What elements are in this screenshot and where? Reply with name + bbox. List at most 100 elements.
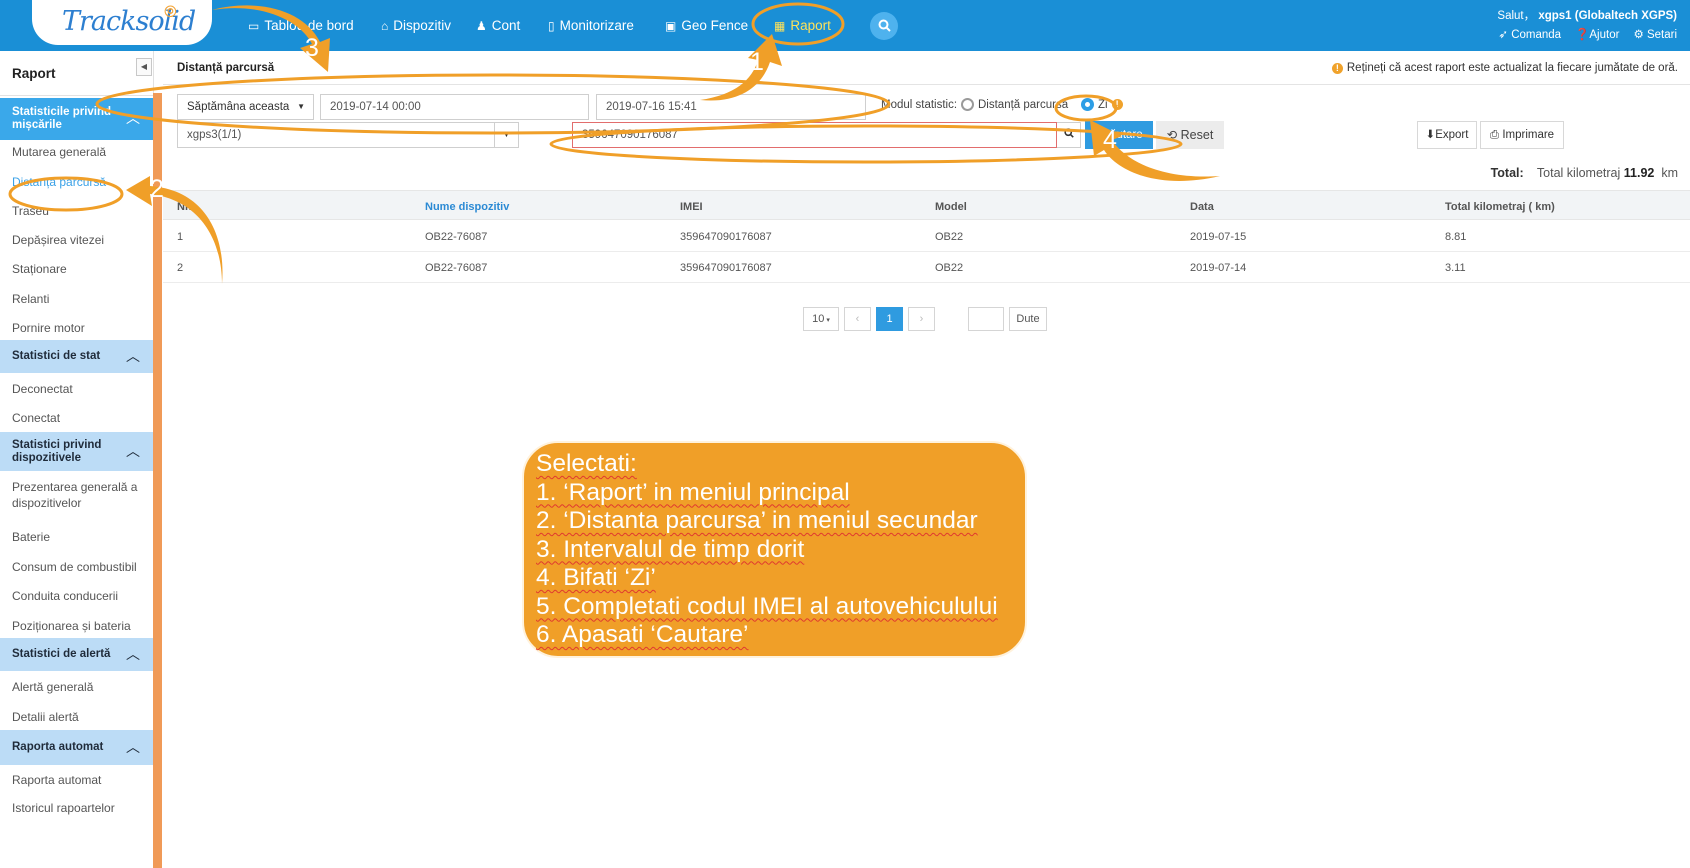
sidebar-collapse-button[interactable]: ◀ [136,58,152,76]
account-dropdown-button[interactable]: ▼ [494,122,519,148]
sidebar-item-route[interactable]: Traseu [0,203,153,219]
update-notice: ! Rețineți că acest raport este actualiza… [1331,62,1678,74]
table-row[interactable]: 1 OB22-76087 359647090176087 OB22 2019-0… [163,221,1690,252]
col-device-name[interactable]: Nume dispozitiv [425,201,509,213]
sidebar-item-auto-report[interactable]: Raporta automat [0,772,153,788]
export-button[interactable]: ⬇Export [1417,121,1477,149]
cell-device-name: OB22-76087 [425,262,488,274]
print-button[interactable]: ⎙ Imprimare [1480,121,1564,149]
sidebar-item-position-battery[interactable]: Poziționarea și bateria [0,618,153,634]
imei-search-icon-button[interactable] [1057,122,1081,148]
app-window: { "header": { "logo": "Tracksolid", "nav… [0,0,1690,868]
caret-down-icon: ▼ [297,102,305,111]
cell-nr: 2 [177,262,184,274]
sidebar-item-general-movement[interactable]: Mutarea generală [0,144,153,160]
sidebar-item-engine-start[interactable]: Pornire motor [0,320,153,336]
search-icon [1063,128,1074,138]
goto-page-button[interactable]: Dute [1009,307,1047,331]
page-header: Distanță parcursă ! Rețineți că acest rap… [163,51,1690,85]
dashboard-icon: ▭ [248,18,260,33]
nav-geofence-label: Geo Fence [681,18,749,33]
page-1-button[interactable]: 1 [876,307,903,331]
sidebar-item-driving-behavior[interactable]: Conduita conducerii [0,588,153,604]
section-devices[interactable]: Statistici privind dispozitivele ︿ [0,432,153,471]
section-auto-report[interactable]: Raporta automat ︿ [0,730,153,765]
command-link[interactable]: ➶ Comanda [1498,27,1561,41]
mode-distance-radio[interactable]: Distanță parcursă [961,98,1068,111]
cell-device-name: OB22-76087 [425,231,488,243]
search-button[interactable]: ⌕Căutare [1085,121,1153,149]
sidebar-item-battery[interactable]: Baterie [0,529,153,545]
col-total-km: Total kilometraj ( km) [1445,201,1555,213]
cell-imei: 359647090176087 [680,231,772,243]
user-name[interactable]: xgps1 (Globaltech XGPS) [1538,10,1677,22]
goto-page-input[interactable] [968,307,1004,331]
imei-input[interactable]: 359647090176087 [572,122,1057,148]
users-icon: ♟ [476,18,487,33]
sidebar-item-idle[interactable]: Relanti [0,291,153,307]
page-size-select[interactable]: 10 ▾ [803,307,839,331]
command-label: Comanda [1511,29,1562,41]
step-1-marker: 1 [750,48,764,76]
section-movement[interactable]: Statisticile privind mișcările ︿ [0,98,153,140]
total-summary: Total: Total kilometraj 11.92 km [1491,166,1678,180]
sidebar-title: Raport [0,51,153,96]
section-alerts-title: Statistici de alertă [12,648,111,660]
print-icon: ⎙ [1489,129,1500,141]
nav-dashboard[interactable]: ▭ Tablou de bord [248,0,354,51]
sidebar-item-device-overview[interactable]: Prezentarea generală a dispozitivelor [0,479,153,511]
search-icon [878,19,891,32]
caret-down-icon: ▼ [502,130,511,139]
chevron-up-icon: ︿ [126,738,140,755]
start-time-input[interactable]: 2019-07-14 00:00 [320,94,589,120]
sidebar-item-fuel[interactable]: Consum de combustibil [0,559,153,575]
sidebar-item-report-history[interactable]: Istoricul rapoartelor [0,800,153,816]
info-icon[interactable]: ! [1111,99,1123,110]
nav-report[interactable]: ▦ Raport [774,0,831,51]
settings-link[interactable]: ⚙ Setari [1633,27,1677,41]
reset-button[interactable]: ⟲ Reset [1156,121,1224,149]
report-sidebar: Raport ◀ Statisticile privind mișcările … [0,51,154,868]
radio-icon [961,98,974,111]
section-alerts[interactable]: Statistici de alertă ︿ [0,638,153,671]
step-4-marker: 4 [1103,126,1117,154]
nav-account-label: Cont [491,18,521,33]
sidebar-item-online[interactable]: Conectat [0,410,153,426]
fence-icon: ▣ [665,18,677,33]
table-row[interactable]: 2 OB22-76087 359647090176087 OB22 2019-0… [163,252,1690,283]
car-icon: ⌂ [381,18,389,33]
sidebar-item-overspeed[interactable]: Depășirea vitezei [0,232,153,248]
step-2-marker: 2 [150,175,164,203]
nav-geofence[interactable]: ▣ Geo Fence [665,0,748,51]
map-icon: ▯ [548,18,555,33]
chevron-up-icon: ︿ [126,347,140,364]
help-link[interactable]: ❓Ajutor [1575,27,1619,41]
nav-account[interactable]: ♟ Cont [476,0,520,51]
section-state[interactable]: Statistici de stat ︿ [0,340,153,373]
next-page-button[interactable]: › [908,307,935,331]
sidebar-item-offline[interactable]: Deconectat [0,381,153,397]
mode-distance-label: Distanță parcursă [978,98,1069,111]
period-select[interactable]: Săptămâna aceasta ▼ [177,94,314,120]
nav-device[interactable]: ⌂ Dispozitiv [381,0,451,51]
mode-day-radio[interactable]: Zi ! [1081,98,1123,111]
instruction-line: 6. Apasati ‘Cautare’ [536,621,749,648]
nav-monitoring[interactable]: ▯ Monitorizare [548,0,634,51]
sidebar-item-distance[interactable]: Distanță parcursă [0,174,153,190]
cell-nr: 1 [177,231,184,243]
sidebar-item-alert-details[interactable]: Detalii alertă [0,709,153,725]
global-search-button[interactable] [870,12,898,40]
col-imei: IMEI [680,201,703,213]
sidebar-scrollbar[interactable] [153,93,162,868]
sidebar-item-general-alert[interactable]: Alertă generală [0,679,153,695]
greeting-text: Salut， [1497,10,1536,22]
section-movement-title: Statisticile privind mișcările [12,106,112,131]
instruction-line: Selectati: [536,450,637,477]
end-time-input[interactable]: 2019-07-16 15:41 [596,94,866,120]
account-select[interactable]: xgps3(1/1) [177,122,508,148]
prev-page-button[interactable]: ‹ [844,307,871,331]
warning-icon: ! [1331,63,1343,74]
signal-icon: ⦾ [164,4,177,21]
sidebar-item-parking[interactable]: Staționare [0,261,153,277]
chevron-up-icon: ︿ [126,645,140,662]
